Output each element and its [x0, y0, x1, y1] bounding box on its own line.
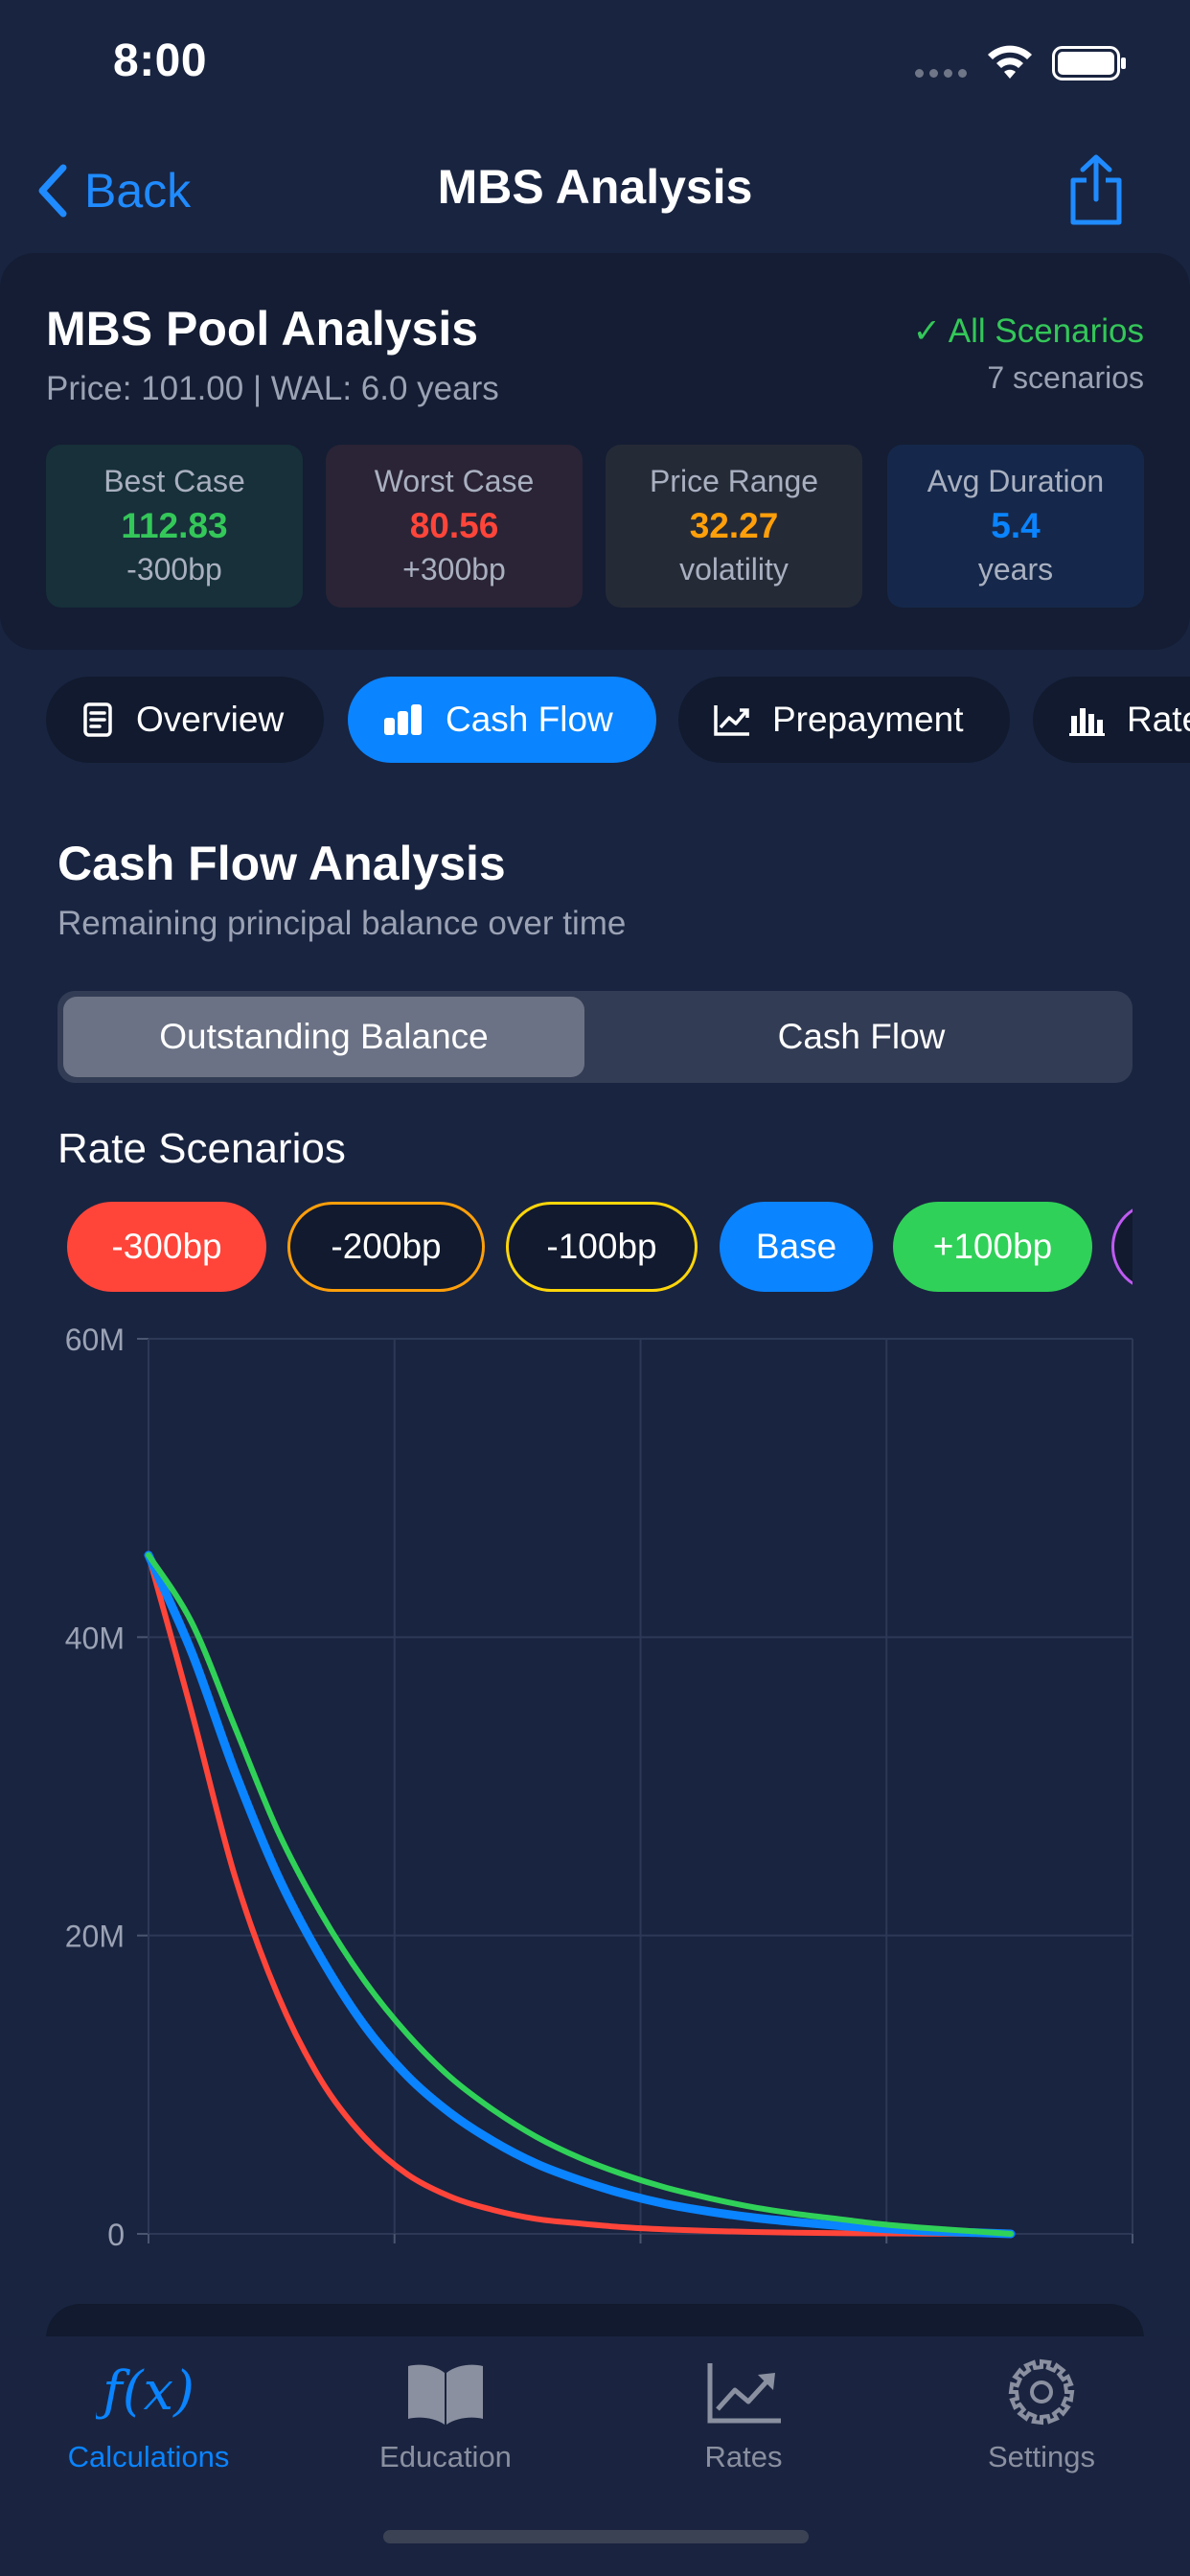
tab-cash-flow[interactable]: Cash Flow	[348, 677, 656, 763]
metric-value: 32.27	[689, 506, 779, 545]
bar-chart-icon	[384, 704, 422, 735]
tabbar-label: Education	[379, 2440, 512, 2473]
metric-label: Worst Case	[374, 464, 535, 498]
scenarios-count: 7 scenarios	[987, 360, 1144, 395]
bars-icon	[1069, 708, 1105, 736]
y-tick-label: 40M	[65, 1621, 125, 1655]
status-bar: 8:00	[0, 0, 1190, 134]
chip-label: -200bp	[331, 1227, 442, 1266]
metric-value: 5.4	[991, 506, 1041, 545]
segment-cash-flow[interactable]: Cash Flow	[596, 997, 1127, 1077]
y-tick-label: 60M	[65, 1322, 125, 1357]
y-tick-label: 20M	[65, 1920, 125, 1954]
wifi-icon	[988, 45, 1032, 79]
view-segmented-control: Outstanding Balance Cash Flow	[57, 991, 1133, 1083]
nav-bar: Back MBS Analysis	[0, 144, 1190, 240]
chip-label: -100bp	[546, 1227, 657, 1266]
gear-icon	[922, 2354, 1161, 2430]
scenarios-status: ✓ All Scenarios	[912, 312, 1144, 350]
function-icon: ƒ(x)	[29, 2354, 268, 2430]
metric-label: Best Case	[103, 464, 245, 498]
tabbar-settings[interactable]: Settings	[922, 2336, 1161, 2490]
y-tick-label: 0	[107, 2218, 125, 2252]
tab-label: Prepayment	[772, 700, 964, 739]
metric-worst-case: Worst Case 80.56 +300bp	[326, 445, 583, 608]
tab-rate[interactable]: Rate	[1033, 677, 1190, 763]
tab-overview[interactable]: Overview	[46, 677, 324, 763]
tabbar-education[interactable]: Education	[326, 2336, 565, 2490]
page-title: MBS Analysis	[437, 160, 753, 214]
balance-chart-svg: 60M 40M 20M 0	[65, 1322, 1133, 2252]
metric-price-range: Price Range 32.27 volatility	[606, 445, 862, 608]
chart-up-icon	[624, 2354, 863, 2430]
tabbar-calculations[interactable]: ƒ(x) Calculations	[29, 2336, 268, 2490]
metric-avg-duration: Avg Duration 5.4 years	[887, 445, 1144, 608]
metric-note: -300bp	[126, 552, 222, 586]
metric-note: volatility	[679, 552, 789, 586]
tab-label: Overview	[136, 700, 285, 739]
tabbar-label: Rates	[704, 2440, 783, 2473]
chip-minus-200bp[interactable]: -200bp	[287, 1202, 485, 1292]
series-line-100bp	[146, 1552, 1014, 2237]
chip-plus-100bp[interactable]: +100bp	[893, 1202, 1092, 1292]
metric-note: years	[977, 552, 1054, 586]
chip-plus-200bp[interactable]	[1111, 1202, 1133, 1292]
chip-label: -300bp	[111, 1227, 222, 1266]
tab-label: Cash Flow	[446, 700, 613, 739]
home-indicator	[383, 2530, 809, 2543]
tab-strip: Overview Cash Flow Prepayment Rate	[46, 677, 1190, 765]
series-line-base	[144, 1551, 1016, 2239]
chip-label: Base	[755, 1227, 837, 1266]
pool-subtitle: Price: 101.00 | WAL: 6.0 years	[46, 370, 499, 407]
chip-label: +100bp	[932, 1227, 1053, 1266]
battery-icon	[1052, 46, 1126, 80]
summary-card: MBS Pool Analysis Price: 101.00 | WAL: 6…	[0, 253, 1190, 650]
pool-title: MBS Pool Analysis	[46, 302, 479, 356]
series-line-300bp	[146, 1552, 1014, 2237]
trend-chart-icon	[714, 705, 749, 736]
tabbar-rates[interactable]: Rates	[624, 2336, 863, 2490]
chip-minus-300bp[interactable]: -300bp	[67, 1202, 266, 1292]
metric-label: Avg Duration	[927, 464, 1105, 498]
balance-chart: 60M 40M 20M 0	[0, 1313, 1190, 2271]
share-icon[interactable]	[1065, 153, 1127, 226]
section-subtitle: Remaining principal balance over time	[57, 905, 627, 942]
metric-note: +300bp	[402, 552, 506, 586]
rate-scenario-chips: -300bp -200bp -100bp Base +100bp	[67, 1202, 1133, 1294]
section-title: Cash Flow Analysis	[57, 837, 506, 890]
status-time: 8:00	[113, 35, 208, 86]
book-icon	[326, 2354, 565, 2430]
tabbar-label: Calculations	[67, 2440, 230, 2473]
gear-hub	[1030, 2380, 1053, 2404]
chip-minus-100bp[interactable]: -100bp	[506, 1202, 698, 1292]
tab-prepayment[interactable]: Prepayment	[678, 677, 1010, 763]
rate-scenarios-title: Rate Scenarios	[57, 1125, 346, 1172]
signal-icon	[915, 69, 967, 78]
metric-label: Price Range	[649, 464, 819, 498]
metric-value: 80.56	[409, 506, 499, 545]
document-icon	[83, 702, 112, 737]
segment-label: Cash Flow	[777, 1017, 946, 1056]
svg-text:ƒ(x): ƒ(x)	[96, 2360, 195, 2423]
chip-base[interactable]: Base	[720, 1202, 873, 1292]
metric-best-case: Best Case 112.83 -300bp	[46, 445, 303, 608]
gear-outline	[1008, 2358, 1075, 2426]
segment-label: Outstanding Balance	[159, 1017, 489, 1056]
tab-label: Rate	[1127, 700, 1190, 739]
metric-value: 112.83	[121, 506, 228, 545]
tabbar-label: Settings	[987, 2440, 1095, 2473]
segment-outstanding-balance[interactable]: Outstanding Balance	[63, 997, 584, 1077]
